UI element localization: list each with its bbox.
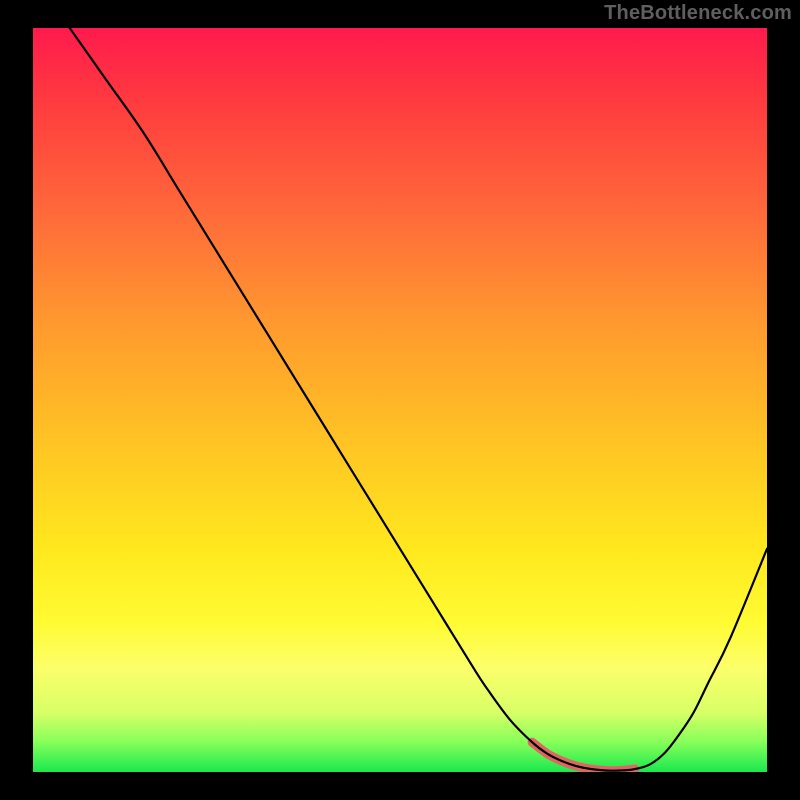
- plot-area: [33, 28, 767, 772]
- watermark-label: TheBottleneck.com: [604, 2, 792, 25]
- bottleneck-curve: [70, 28, 767, 771]
- curve-svg: [33, 28, 767, 772]
- chart-frame: TheBottleneck.com: [0, 0, 800, 800]
- curve-highlight: [532, 742, 635, 770]
